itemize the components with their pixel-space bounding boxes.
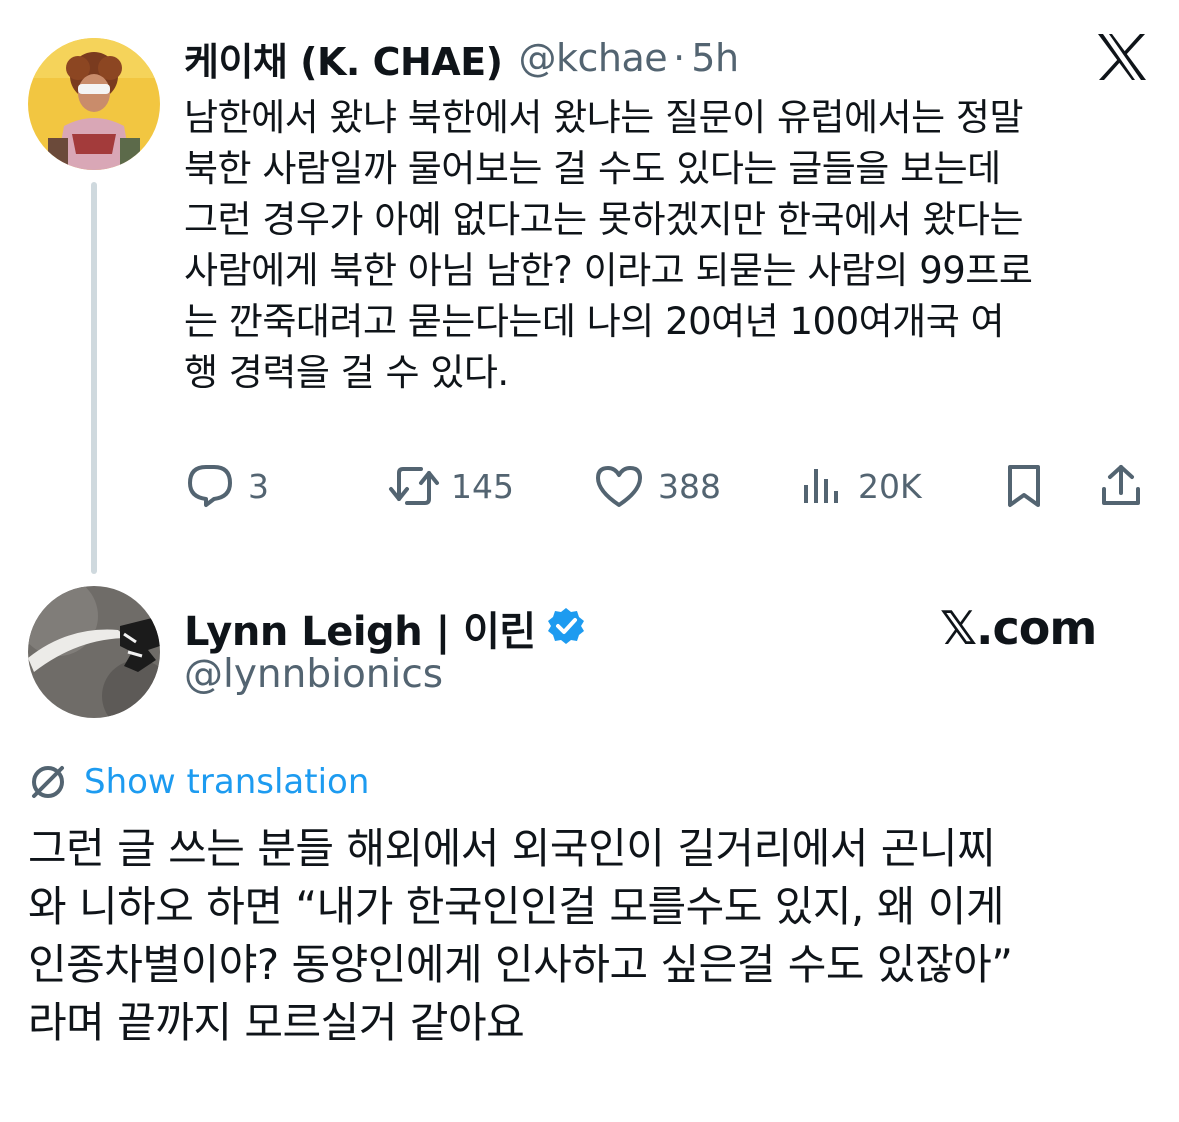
reply-text-line: 그런 글 쓰는 분들 해외에서 외국인이 길거리에서 곤니찌 — [28, 824, 996, 873]
tweet-text-line: 북한 사람일까 물어보는 걸 수도 있다는 글들을 보는데 — [184, 147, 1001, 190]
tweet-text-line: 사람에게 북한 아님 남한? 이라고 되묻는 사람의 99프로 — [184, 249, 1033, 292]
share-icon — [1098, 463, 1144, 509]
like-icon — [594, 463, 644, 509]
views-count: 20K — [858, 466, 922, 506]
show-translation-link[interactable]: Show translation — [28, 756, 369, 808]
tweet-text-line: 행 경력을 걸 수 있다. — [184, 351, 509, 394]
verified-badge-icon — [546, 606, 586, 650]
show-translation-label: Show translation — [84, 762, 370, 802]
share-button[interactable] — [1098, 458, 1144, 514]
handle[interactable]: @kchae — [519, 36, 668, 80]
reply-icon — [184, 463, 234, 509]
display-name[interactable]: Lynn Leigh | 이린 — [184, 599, 536, 657]
reply-text-line: 인종차별이야? 동양인에게 인사하고 싶은걸 수도 있잖아” — [28, 940, 1013, 989]
x-logo-icon — [1096, 32, 1148, 82]
avatar-lynnbionics[interactable] — [28, 586, 160, 718]
repost-count: 145 — [451, 466, 514, 506]
avatar-kchae[interactable] — [28, 38, 160, 170]
reply-text: 그런 글 쓰는 분들 해외에서 외국인이 길거리에서 곤니찌 와 니하오 하면 … — [28, 820, 1158, 1052]
tweet-text-line: 남한에서 왔냐 북한에서 왔냐는 질문이 유럽에서는 정말 — [184, 96, 1024, 139]
like-count: 388 — [658, 466, 721, 506]
display-name[interactable]: 케이채 (K. CHAE) — [184, 31, 503, 86]
tweet-text: 남한에서 왔냐 북한에서 왔냐는 질문이 유럽에서는 정말 북한 사람일까 물어… — [184, 92, 1159, 398]
views-button[interactable]: 20K — [800, 458, 922, 514]
tweet-text-line: 그런 경우가 아예 없다고는 못하겠지만 한국에서 왔다는 — [184, 198, 1024, 241]
tweet-actions: 3 145 388 20K — [184, 458, 1154, 514]
timestamp[interactable]: 5h — [691, 36, 739, 80]
handle[interactable]: @lynnbionics — [184, 652, 443, 697]
separator-dot: · — [673, 36, 686, 80]
reply-button[interactable]: 3 — [184, 458, 269, 514]
bookmark-button[interactable] — [1002, 458, 1046, 514]
bookmark-icon — [1002, 463, 1046, 509]
thread-line — [91, 182, 97, 574]
reply-count: 3 — [248, 466, 269, 506]
translate-icon — [32, 766, 64, 798]
reply-author-row: Lynn Leigh | 이린 — [184, 598, 586, 658]
tweet-text-line: 는 깐죽대려고 묻는다는데 나의 20여년 100여개국 여 — [184, 300, 1005, 343]
tweet-header: 케이채 (K. CHAE) @kchae · 5h — [184, 30, 739, 86]
repost-icon — [387, 463, 441, 509]
views-icon — [800, 463, 844, 509]
like-button[interactable]: 388 — [594, 458, 721, 514]
reply-text-line: 라며 끝까지 모르실거 같아요 — [28, 998, 525, 1047]
reply-text-line: 와 니하오 하면 “내가 한국인인걸 모를수도 있지, 왜 이게 — [28, 882, 1005, 931]
x-com-watermark: 𝕏.com — [940, 601, 1097, 655]
repost-button[interactable]: 145 — [387, 458, 514, 514]
